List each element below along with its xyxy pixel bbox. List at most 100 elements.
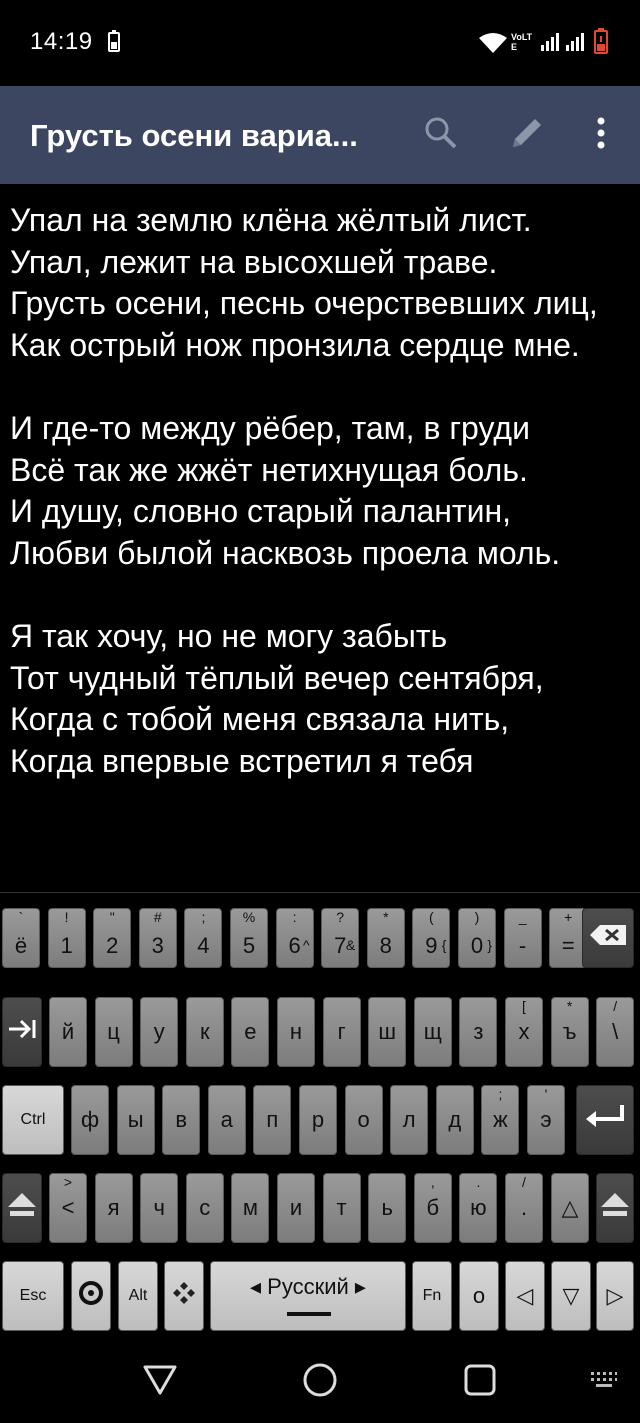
key-5[interactable]: 5% [230, 908, 268, 968]
key-я[interactable]: я [94, 1173, 133, 1243]
key-label: и [289, 1195, 303, 1220]
key-hint: ? [336, 909, 345, 925]
space-key[interactable]: ◂ Русский ▸ [210, 1261, 406, 1331]
o-label: о [472, 1283, 486, 1308]
key-hint: / [522, 1174, 526, 1190]
key-<[interactable]: < > [49, 1173, 87, 1243]
key-е[interactable]: е [231, 997, 270, 1067]
key-в[interactable]: в [162, 1085, 201, 1155]
key-н[interactable]: н [277, 997, 315, 1067]
recents-button[interactable] [456, 1358, 504, 1406]
key-hint: + [564, 909, 573, 925]
arrow-left-label: ◁ [516, 1283, 534, 1308]
key-и[interactable]: и [277, 1173, 315, 1243]
search-button[interactable] [414, 108, 468, 162]
key-ы[interactable]: ы [116, 1085, 155, 1155]
tab-key[interactable] [2, 997, 42, 1067]
key-6[interactable]: 6: ^ [275, 908, 314, 968]
shift-key-right[interactable] [596, 1173, 634, 1243]
backspace-key[interactable] [582, 908, 634, 968]
shift-icon [599, 1189, 631, 1227]
key-3[interactable]: 3 # [138, 908, 177, 968]
key-ф[interactable]: ф [71, 1085, 109, 1155]
enter-key[interactable] [576, 1085, 634, 1155]
tab-icon [7, 1018, 37, 1046]
key-ж[interactable]: ж; [481, 1085, 520, 1155]
back-icon [142, 1364, 178, 1401]
back-button[interactable] [136, 1358, 184, 1406]
arrow-up-key[interactable]: △ [551, 1173, 589, 1243]
key-hint: % [242, 909, 256, 925]
alt-label: Alt [128, 1287, 148, 1304]
key-у[interactable]: у [140, 997, 179, 1067]
key-б[interactable]: б, [413, 1173, 452, 1243]
key-hint: * [566, 998, 573, 1014]
key-ю[interactable]: ю. [459, 1173, 498, 1243]
key-п[interactable]: п [253, 1085, 292, 1155]
key-label: т [336, 1195, 347, 1220]
key-\[interactable]: \ / [596, 997, 635, 1067]
fn-key[interactable]: Fn [412, 1261, 452, 1331]
key-з[interactable]: з [459, 997, 498, 1067]
key-м[interactable]: м [231, 1173, 270, 1243]
volte-icon: VoLTE [511, 32, 533, 52]
key-ш[interactable]: ш [368, 997, 407, 1067]
key-hint: ' [544, 1086, 548, 1102]
key-э[interactable]: э ' [527, 1085, 565, 1155]
key-label: г [337, 1019, 346, 1044]
poem-line: Когда впервые встретил я тебя [10, 742, 474, 779]
key-10[interactable]: 0)} [458, 908, 496, 968]
key-label: щ [423, 1019, 442, 1044]
ctrl-key[interactable]: Ctrl [2, 1085, 64, 1155]
more-options-button[interactable] [574, 108, 628, 162]
key-.[interactable]: . / [505, 1173, 543, 1243]
edit-button[interactable] [500, 108, 554, 162]
key-ч[interactable]: ч [140, 1173, 179, 1243]
key-к[interactable]: к [185, 997, 224, 1067]
key-11[interactable]: - _ [503, 908, 542, 968]
key-label: < [61, 1195, 75, 1220]
diamond-key[interactable] [164, 1261, 204, 1331]
key-р[interactable]: р [299, 1085, 337, 1155]
key-л[interactable]: л [390, 1085, 429, 1155]
battery-low-icon [594, 28, 608, 59]
alt-key[interactable]: Alt [118, 1261, 158, 1331]
arrow-down-label: ▽ [562, 1283, 580, 1308]
key-щ[interactable]: щ [413, 997, 452, 1067]
key-д[interactable]: д [435, 1085, 474, 1155]
key-1[interactable]: 1! [47, 908, 86, 968]
key-й[interactable]: й [49, 997, 87, 1067]
key-о[interactable]: о [344, 1085, 383, 1155]
key-т[interactable]: т [322, 1173, 361, 1243]
o-key[interactable]: о [459, 1261, 499, 1331]
key-2[interactable]: 2 " [93, 908, 132, 968]
arrow-left-key[interactable]: ◁ [505, 1261, 545, 1331]
arrow-right-key[interactable]: ▷ [596, 1261, 634, 1331]
poem-line: Всё так же жжёт нетихнущая боль. [10, 451, 528, 488]
key-ъ[interactable]: ъ * [550, 997, 589, 1067]
key-ц[interactable]: ц [94, 997, 133, 1067]
key-с[interactable]: с [185, 1173, 224, 1243]
key-ь[interactable]: ь [368, 1173, 407, 1243]
key-hint: _ [518, 909, 527, 925]
settings-key[interactable] [71, 1261, 111, 1331]
key-hint: ! [64, 909, 69, 925]
key-4[interactable]: 4; [184, 908, 223, 968]
key-г[interactable]: г [322, 997, 361, 1067]
key-х[interactable]: х[ [505, 997, 543, 1067]
key-label: к [199, 1019, 210, 1044]
key-hint: # [153, 909, 162, 925]
poem-view[interactable]: Упал на землю клёна жёлтый лист. Упал, л… [0, 184, 640, 892]
key-8[interactable]: 8 * [366, 908, 405, 968]
key-а[interactable]: а [207, 1085, 246, 1155]
esc-key[interactable]: Esc [2, 1261, 64, 1331]
home-button[interactable] [296, 1358, 344, 1406]
key-9[interactable]: 9({ [412, 908, 451, 968]
keyboard-switch-button[interactable] [580, 1358, 628, 1406]
key-0[interactable]: ё ` [2, 908, 40, 968]
wifi-icon [478, 32, 508, 59]
key-7[interactable]: 7? & [321, 908, 360, 968]
arrow-down-key[interactable]: ▽ [551, 1261, 591, 1331]
shift-key-left[interactable] [2, 1173, 42, 1243]
arrow-right-label: ▷ [606, 1283, 624, 1308]
